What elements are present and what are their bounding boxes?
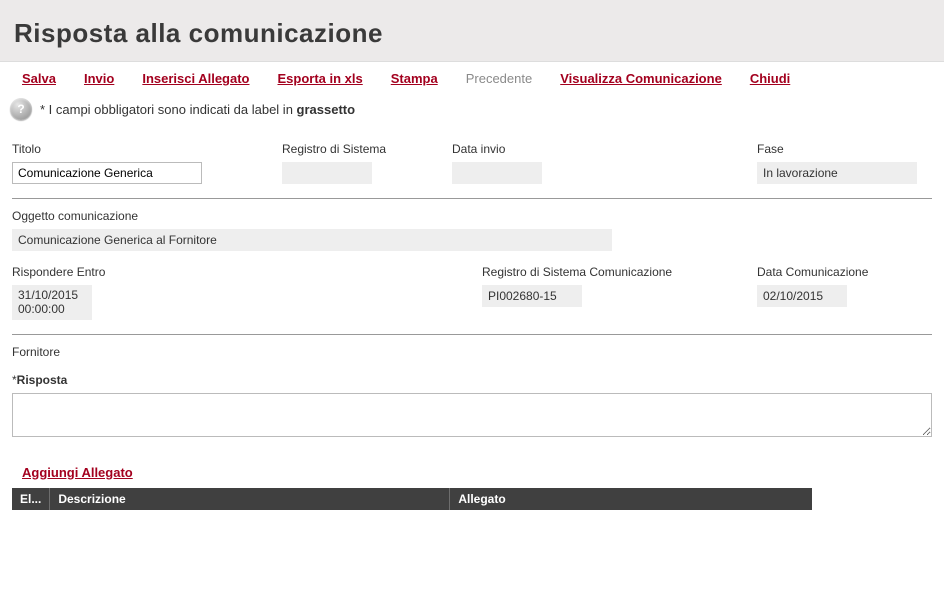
insert-attachment-button[interactable]: Inserisci Allegato — [142, 71, 249, 86]
risposta-label: *Risposta — [12, 373, 932, 387]
data-invio-value — [452, 162, 542, 184]
page-title: Risposta alla comunicazione — [14, 18, 930, 49]
export-xls-button[interactable]: Esporta in xls — [278, 71, 363, 86]
page-header: Risposta alla comunicazione — [0, 0, 944, 62]
add-attachment-link[interactable]: Aggiungi Allegato — [12, 451, 133, 488]
table-header-row: El... Descrizione Allegato — [12, 488, 812, 510]
data-comunicazione-label: Data Comunicazione — [757, 265, 917, 279]
rispondere-entro-field: Rispondere Entro 31/10/2015 00:00:00 — [12, 265, 482, 320]
data-comunicazione-field: Data Comunicazione 02/10/2015 — [757, 265, 917, 320]
titolo-field: Titolo — [12, 142, 282, 184]
registro-sistema-com-label: Registro di Sistema Comunicazione — [482, 265, 757, 279]
rispondere-entro-label: Rispondere Entro — [12, 265, 482, 279]
previous-button: Precedente — [466, 71, 533, 86]
registro-sistema-label: Registro di Sistema — [282, 142, 452, 156]
save-button[interactable]: Salva — [22, 71, 56, 86]
separator — [12, 334, 932, 335]
view-communication-button[interactable]: Visualizza Comunicazione — [560, 71, 722, 86]
titolo-input[interactable] — [12, 162, 202, 184]
oggetto-field: Oggetto comunicazione Comunicazione Gene… — [12, 209, 932, 251]
registro-sistema-com-value: PI002680-15 — [482, 285, 582, 307]
risposta-textarea[interactable] — [12, 393, 932, 437]
registro-sistema-field: Registro di Sistema — [282, 142, 452, 184]
col-allegato: Allegato — [450, 488, 812, 510]
oggetto-value: Comunicazione Generica al Fornitore — [12, 229, 612, 251]
col-el: El... — [12, 488, 50, 510]
data-invio-label: Data invio — [452, 142, 757, 156]
help-hint: ? * I campi obbligatori sono indicati da… — [0, 92, 944, 142]
fase-value: In lavorazione — [757, 162, 917, 184]
action-toolbar: Salva Invio Inserisci Allegato Esporta i… — [0, 62, 944, 92]
print-button[interactable]: Stampa — [391, 71, 438, 86]
titolo-label: Titolo — [12, 142, 282, 156]
registro-sistema-value — [282, 162, 372, 184]
data-comunicazione-value: 02/10/2015 — [757, 285, 847, 307]
attachments-table: El... Descrizione Allegato — [12, 488, 812, 510]
help-icon[interactable]: ? — [10, 98, 32, 120]
help-text: * I campi obbligatori sono indicati da l… — [40, 102, 355, 117]
fase-field: Fase In lavorazione — [757, 142, 917, 184]
oggetto-label: Oggetto comunicazione — [12, 209, 932, 223]
registro-sistema-com-field: Registro di Sistema Comunicazione PI0026… — [482, 265, 757, 320]
close-button[interactable]: Chiudi — [750, 71, 790, 86]
send-button[interactable]: Invio — [84, 71, 114, 86]
rispondere-entro-value: 31/10/2015 00:00:00 — [12, 285, 92, 320]
fase-label: Fase — [757, 142, 917, 156]
col-descrizione: Descrizione — [50, 488, 450, 510]
separator — [12, 198, 932, 199]
data-invio-field: Data invio — [452, 142, 757, 184]
fornitore-label: Fornitore — [12, 345, 932, 359]
fornitore-field: Fornitore — [12, 345, 932, 359]
